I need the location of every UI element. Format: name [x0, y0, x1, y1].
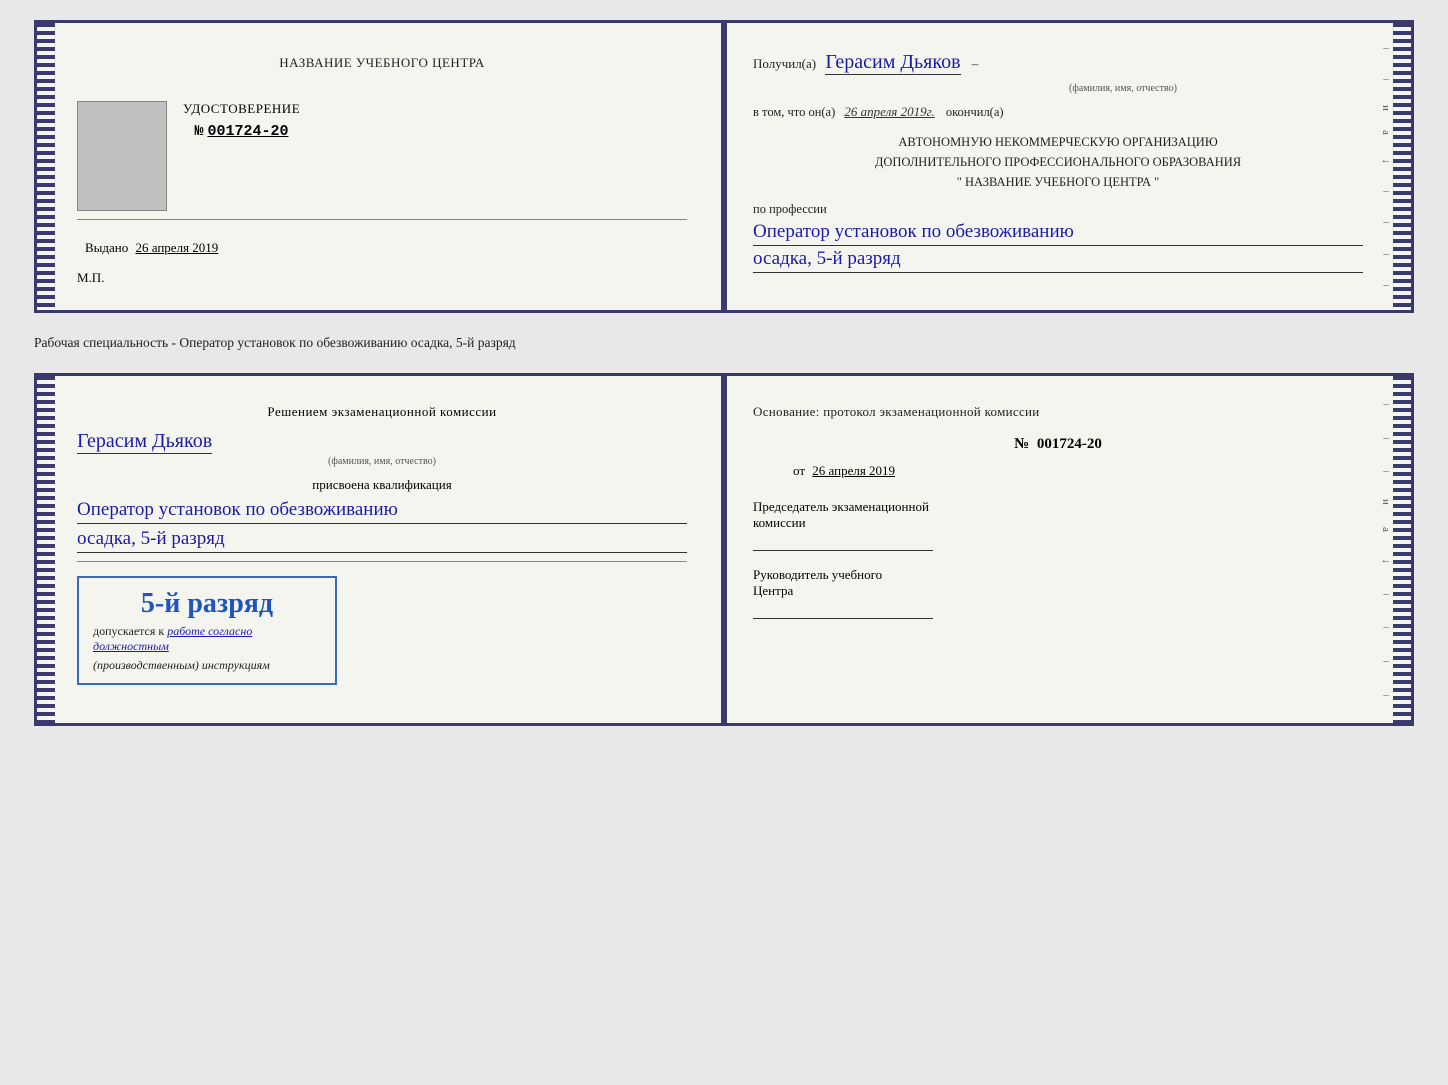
- completion-date: 26 апреля 2019г.: [844, 104, 934, 119]
- top-doc-right-content: Получил(а) Герасим Дьяков – (фамилия, им…: [753, 51, 1383, 273]
- bottom-doc-right: Основание: протокол экзаменационной коми…: [725, 376, 1411, 723]
- in-that-line: в том, что он(а) 26 апреля 2019г. окончи…: [753, 102, 1363, 122]
- bottom-document: Решением экзаменационной комиссии Гераси…: [34, 373, 1414, 726]
- profession-hw1: Оператор установок по обезвоживанию: [753, 221, 1363, 246]
- mp-label: М.П.: [77, 270, 687, 286]
- issued-line: Выдано 26 апреля 2019: [85, 240, 687, 256]
- qualification-hw2: осадка, 5-й разряд: [77, 528, 687, 553]
- recipient-name: Герасим Дьяков: [825, 51, 960, 75]
- qualification-hw1: Оператор установок по обезвоживанию: [77, 499, 687, 524]
- person-name-bottom: Герасим Дьяков: [77, 430, 212, 454]
- school-name-top: НАЗВАНИЕ УЧЕБНОГО ЦЕНТРА: [77, 55, 687, 71]
- photo-placeholder: [77, 101, 167, 211]
- fio-label-top: (фамилия, имя, отчество): [883, 83, 1363, 94]
- chairman-block: Председатель экзаменационной комиссии: [753, 499, 1363, 551]
- protocol-number: № 001724-20: [753, 436, 1363, 453]
- stamp-box: 5-й разряд допускается к работе согласно…: [77, 576, 337, 685]
- stamp-rank: 5-й разряд: [93, 588, 321, 620]
- assigned-text: присвоена квалификация: [77, 477, 687, 493]
- director-block: Руководитель учебного Центра: [753, 567, 1363, 619]
- top-document: НАЗВАНИЕ УЧЕБНОГО ЦЕНТРА УДОСТОВЕРЕНИЕ №…: [34, 20, 1414, 313]
- date-line: от 26 апреля 2019: [793, 463, 1363, 479]
- stamp-italic: (производственным) инструкциям: [93, 658, 321, 673]
- stamp-desc: допускается к работе согласно должностны…: [93, 624, 321, 654]
- bottom-doc-left: Решением экзаменационной комиссии Гераси…: [37, 376, 725, 723]
- cert-info: УДОСТОВЕРЕНИЕ № 001724-20: [183, 101, 300, 140]
- bottom-right-accent-marks: – – – и а ← – – – –: [1381, 376, 1391, 723]
- org-block: АВТОНОМНУЮ НЕКОММЕРЧЕСКУЮ ОРГАНИЗАЦИЮ ДО…: [753, 132, 1363, 192]
- director-signature-line: [753, 599, 933, 619]
- bottom-right-content: Основание: протокол экзаменационной коми…: [753, 404, 1383, 619]
- photo-cert-row: УДОСТОВЕРЕНИЕ № 001724-20: [77, 101, 687, 211]
- basis-text: Основание: протокол экзаменационной коми…: [753, 404, 1363, 420]
- received-line: Получил(а) Герасим Дьяков –: [753, 51, 1363, 77]
- cert-number: № 001724-20: [183, 123, 300, 140]
- profession-hw2: осадка, 5-й разряд: [753, 248, 1363, 273]
- specialty-separator: Рабочая специальность - Оператор установ…: [34, 329, 1414, 357]
- profession-label: по профессии: [753, 202, 1363, 217]
- right-accent-marks: – – и а ← – – – –: [1381, 23, 1391, 310]
- chairman-signature-line: [753, 531, 933, 551]
- bottom-left-content: Решением экзаменационной комиссии Гераси…: [65, 404, 695, 685]
- top-doc-right: Получил(а) Герасим Дьяков – (фамилия, им…: [725, 23, 1411, 310]
- commission-text: Решением экзаменационной комиссии: [77, 404, 687, 420]
- fio-label-bottom: (фамилия, имя, отчество): [77, 456, 687, 467]
- cert-label: УДОСТОВЕРЕНИЕ: [183, 101, 300, 117]
- date-value: 26 апреля 2019: [812, 463, 895, 478]
- top-doc-left: НАЗВАНИЕ УЧЕБНОГО ЦЕНТРА УДОСТОВЕРЕНИЕ №…: [37, 23, 725, 310]
